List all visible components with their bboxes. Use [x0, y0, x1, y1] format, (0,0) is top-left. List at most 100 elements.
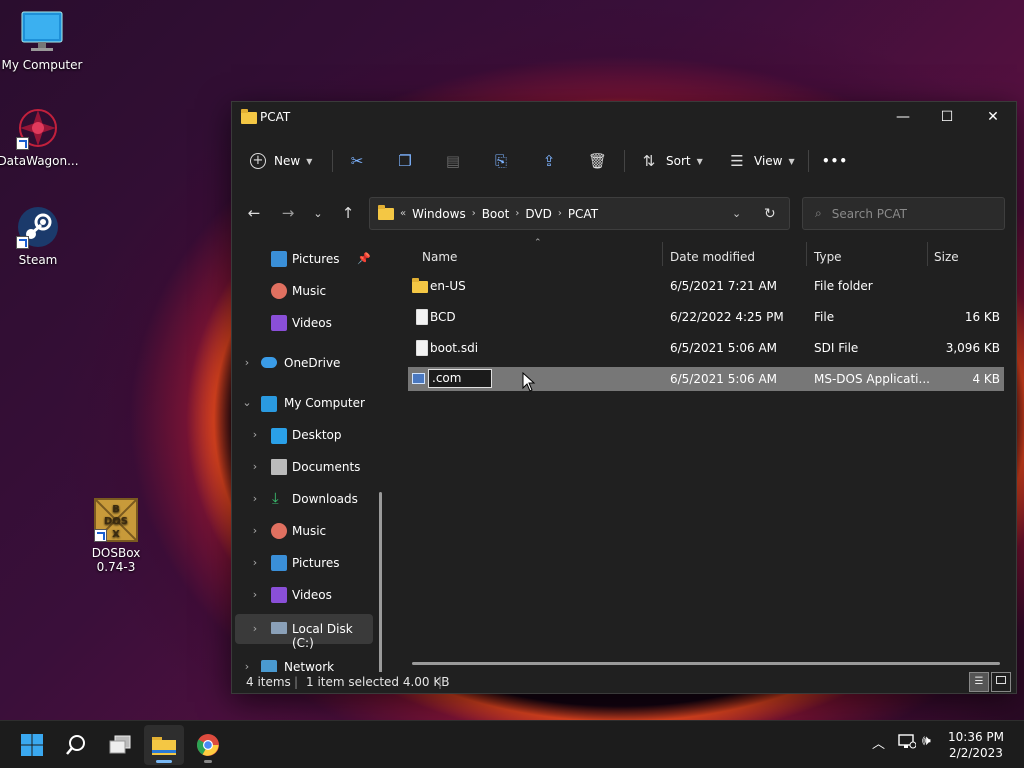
close-button[interactable]: ✕ — [970, 102, 1016, 132]
breadcrumb-windows[interactable]: Windows — [412, 207, 466, 221]
nav-item-music[interactable]: › Music — [235, 516, 373, 546]
breadcrumb-overflow-icon[interactable]: « — [400, 208, 406, 219]
minimize-button[interactable]: — — [880, 102, 926, 132]
search-input[interactable]: ⌕ Search PCAT — [802, 197, 1005, 230]
column-header-size[interactable]: Size — [934, 242, 959, 272]
status-bar: 4 items | 1 item selected 4.00 KB | ☰ — [232, 672, 1016, 694]
desktop-icon-dosbox[interactable]: B DOS X DOSBox 0.74-3 — [74, 498, 158, 574]
copy-button[interactable]: ❐ — [396, 146, 414, 176]
clock[interactable]: 10:36 PM 2/2/2023 — [948, 729, 1004, 761]
up-arrow-icon[interactable]: ↑ — [334, 198, 362, 228]
nav-item-my-computer[interactable]: ⌄ My Computer — [235, 388, 373, 418]
file-type: MS-DOS Applicati... — [814, 372, 930, 386]
column-header-type[interactable]: Type — [814, 242, 842, 272]
breadcrumb-pcat[interactable]: PCAT — [568, 207, 598, 221]
view-button[interactable]: ☰ View ▼ — [728, 146, 794, 176]
horizontal-scrollbar[interactable] — [412, 662, 1000, 665]
maximize-button[interactable]: ☐ — [924, 102, 970, 132]
chevron-right-icon[interactable]: › — [241, 356, 253, 369]
file-row-bcd[interactable]: BCD 6/22/2022 4:25 PM File 16 KB — [408, 305, 1004, 329]
chrome-taskbar-button[interactable] — [188, 725, 228, 765]
nav-item-pictures-quick[interactable]: Pictures 📌 — [235, 244, 373, 274]
file-size: 4 KB — [972, 372, 1000, 386]
file-row-com-selected[interactable]: .com 6/5/2021 5:06 AM MS-DOS Applicati..… — [408, 367, 1004, 391]
share-button[interactable]: ⇪ — [540, 146, 558, 176]
column-divider[interactable] — [662, 242, 663, 266]
nav-item-videos[interactable]: › Videos — [235, 580, 373, 610]
search-button[interactable] — [56, 725, 96, 765]
column-header-date[interactable]: Date modified — [670, 242, 755, 272]
show-hidden-icons-chevron-icon[interactable]: ︿ — [872, 733, 885, 752]
folder-icon — [412, 278, 428, 293]
chevron-down-icon[interactable]: ⌄ — [241, 396, 253, 409]
forward-arrow-icon[interactable]: → — [274, 198, 302, 228]
music-icon — [271, 283, 287, 299]
nav-item-onedrive[interactable]: › OneDrive — [235, 348, 373, 378]
nav-item-videos-quick[interactable]: Videos — [235, 308, 373, 338]
details-view-icon[interactable]: ☰ — [969, 672, 989, 692]
pin-icon[interactable]: 📌 — [357, 252, 371, 265]
navigation-scrollbar[interactable] — [379, 492, 382, 672]
title-bar[interactable]: PCAT — ☐ ✕ — [232, 102, 1016, 132]
chevron-right-icon[interactable]: › — [241, 660, 253, 672]
nav-item-network[interactable]: › Network — [235, 652, 373, 672]
address-bar[interactable]: « Windows › Boot › DVD › PCAT ⌄ ↻ — [369, 197, 790, 230]
column-divider[interactable] — [806, 242, 807, 266]
task-view-icon — [109, 735, 131, 754]
dosbox-icon: B DOS X — [94, 498, 138, 542]
delete-button[interactable]: 🗑 — [588, 146, 607, 176]
column-divider[interactable] — [927, 242, 928, 266]
search-icon — [66, 735, 85, 755]
network-status-icon[interactable] — [898, 733, 917, 753]
nav-item-documents[interactable]: › Documents — [235, 452, 373, 482]
chevron-right-icon[interactable]: › — [249, 428, 261, 441]
recent-locations-chevron-icon[interactable]: ⌄ — [304, 198, 332, 228]
desktop-icon-my-computer[interactable]: My Computer — [0, 10, 84, 72]
rename-button[interactable]: ⎘ — [492, 146, 510, 176]
large-icons-view-icon[interactable] — [991, 672, 1011, 692]
volume-icon[interactable]: 🕪 — [922, 733, 931, 749]
chevron-right-icon[interactable]: › — [249, 556, 261, 569]
sort-button[interactable]: ⇅ Sort ▼ — [640, 146, 703, 176]
file-explorer-taskbar-button[interactable] — [144, 725, 184, 765]
nav-item-music-quick[interactable]: Music — [235, 276, 373, 306]
nav-item-label: Videos — [292, 588, 332, 602]
start-button[interactable] — [12, 725, 52, 765]
new-button[interactable]: + New ▼ — [250, 146, 312, 176]
chevron-right-icon[interactable]: › — [249, 588, 261, 601]
more-options-button[interactable]: ••• — [822, 146, 848, 176]
plus-circle-icon: + — [250, 153, 266, 169]
file-date: 6/5/2021 7:21 AM — [670, 279, 778, 293]
rename-input[interactable]: .com — [428, 369, 492, 388]
file-row-boot-sdi[interactable]: boot.sdi 6/5/2021 5:06 AM SDI File 3,096… — [408, 336, 1004, 360]
drive-icon — [271, 622, 287, 634]
chevron-right-icon[interactable]: › — [249, 460, 261, 473]
refresh-icon[interactable]: ↻ — [764, 206, 776, 222]
nav-item-local-disk[interactable]: › Local Disk (C:) — [235, 614, 373, 650]
chevron-right-icon[interactable]: › — [249, 524, 261, 537]
task-view-button[interactable] — [100, 725, 140, 765]
nav-item-label: Music — [292, 284, 327, 298]
desktop-icon-steam[interactable]: Steam — [0, 205, 80, 267]
nav-item-desktop[interactable]: › Desktop — [235, 420, 373, 450]
address-dropdown-chevron-icon[interactable]: ⌄ — [732, 207, 741, 220]
desktop-icon-datawagon[interactable]: DataWagon... — [0, 106, 80, 168]
cut-button[interactable]: ✂ — [348, 146, 366, 176]
back-arrow-icon[interactable]: ← — [240, 198, 268, 228]
breadcrumb-boot[interactable]: Boot — [482, 207, 510, 221]
paste-button[interactable]: ▤ — [444, 146, 462, 176]
toolbar-divider — [808, 150, 809, 172]
nav-item-pictures[interactable]: › Pictures — [235, 548, 373, 578]
taskbar: ︿ 🕪 10:36 PM 2/2/2023 — [0, 720, 1024, 768]
chevron-right-icon[interactable]: › — [249, 622, 261, 635]
breadcrumb-dvd[interactable]: DVD — [525, 207, 551, 221]
search-placeholder: Search PCAT — [831, 206, 907, 221]
folder-icon — [241, 109, 257, 124]
nav-item-downloads[interactable]: › ⤓ Downloads — [235, 484, 373, 514]
chevron-right-icon: › — [471, 208, 476, 219]
chevron-right-icon[interactable]: › — [249, 492, 261, 505]
file-row-en-us[interactable]: en-US 6/5/2021 7:21 AM File folder — [408, 274, 1004, 298]
clock-date: 2/2/2023 — [949, 746, 1003, 760]
datawagon-icon — [16, 106, 60, 150]
column-header-name[interactable]: Name — [422, 242, 457, 272]
